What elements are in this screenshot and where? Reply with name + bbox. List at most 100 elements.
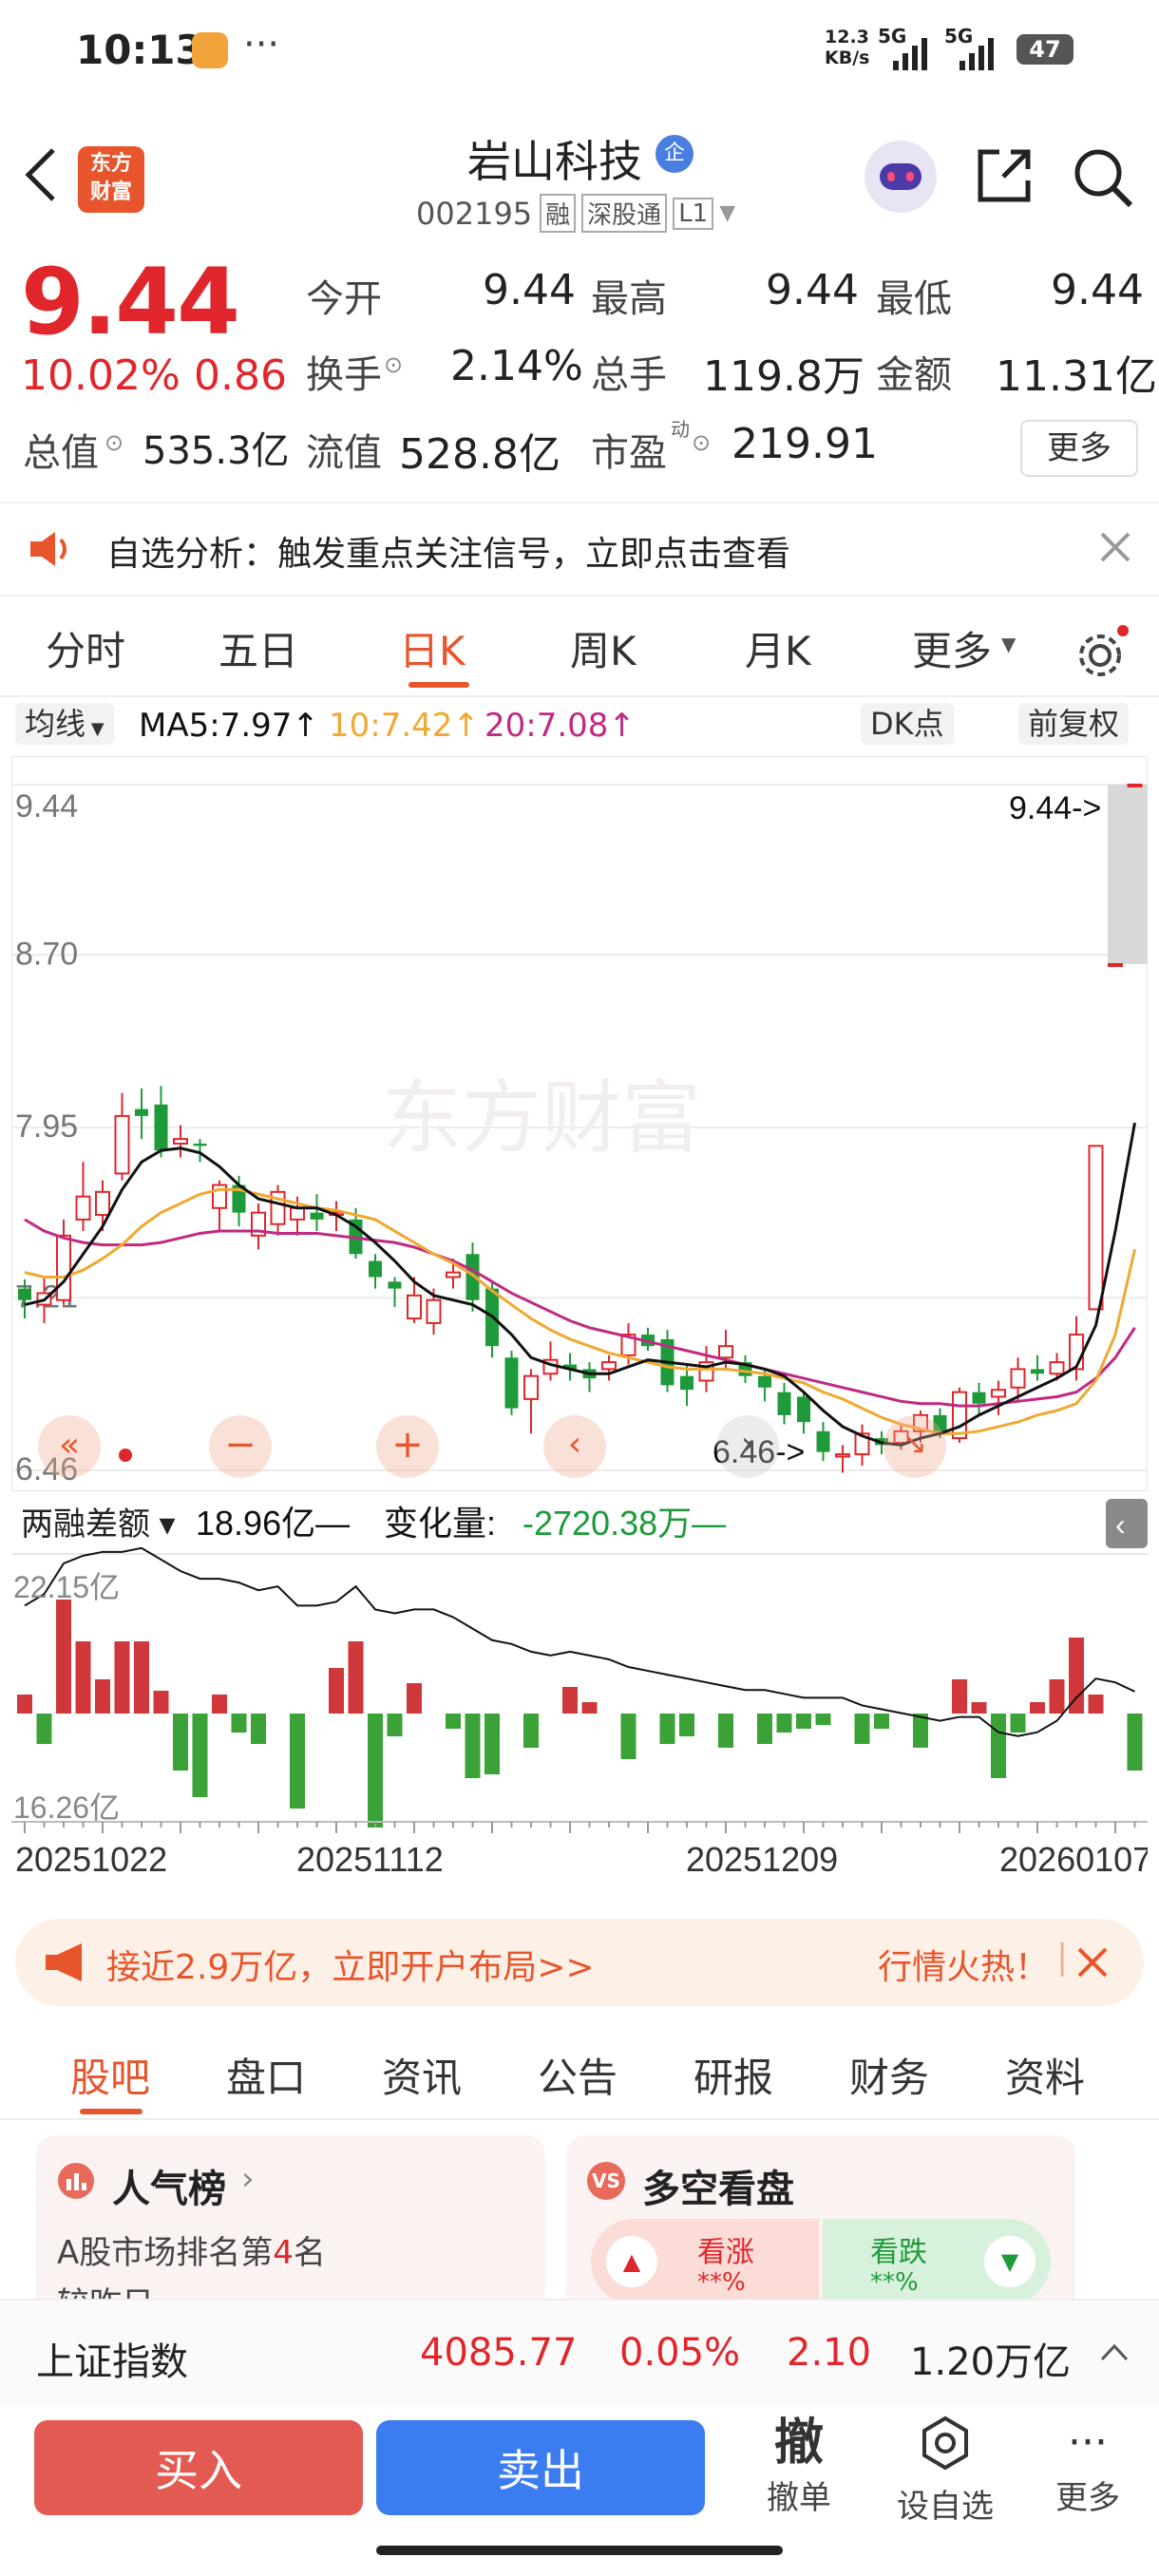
tab-monthly-k[interactable]: 月K [745,619,811,677]
margin-bar [17,1695,32,1714]
rank-suffix: 名 [293,2234,326,2272]
open-label: 今开 [306,277,382,321]
gear-icon[interactable] [1074,625,1130,682]
tab-news[interactable]: 资讯 [382,2046,462,2104]
tab-daily-k[interactable]: 日K [399,619,466,677]
candle-body [991,1389,1006,1398]
sell-button[interactable]: 卖出 [376,2420,705,2515]
collapse-tab [1106,1499,1148,1548]
ma5-value: MA5:7.97↑ [139,707,319,745]
ranking-icon [58,2163,94,2199]
margin-bar [1049,1679,1065,1714]
info-icon-3[interactable]: ⊙ [692,429,711,456]
adjust-button[interactable]: 前复权 [1018,703,1130,745]
watermark: 东方财富 [382,1071,701,1165]
stock-name: 岩山科技 [467,136,642,187]
next-icon[interactable]: › [716,1415,779,1478]
turnover-label: 换手 [306,353,382,397]
tab-weekly-k[interactable]: 周K [570,619,636,677]
candle-body [407,1294,422,1320]
zoom-out-icon[interactable]: − [209,1415,272,1478]
margin-title: 两融差额 ▾ [21,1506,176,1543]
more-actions-button[interactable]: ··· 更多 [1036,2415,1140,2518]
y-tick-label: 9.44 [15,788,78,824]
promo-banner[interactable]: 接近2.9万亿，立即开户布局>> 行情火热！ | [15,1919,1144,2006]
level-tag[interactable]: L1 [673,197,714,230]
scroll-left-icon[interactable]: « [38,1415,101,1478]
tab-finance[interactable]: 财务 [849,2046,929,2104]
chevron-up-icon[interactable] [1100,2342,1129,2361]
margin-balance-chart[interactable]: 两融差额 ▾ 18.96亿— 变化量: -2720.38万— ‹22.15亿16.26亿 [11,1493,1148,1845]
cancel-order-button[interactable]: 撤 撤单 [747,2415,851,2518]
ma-selector-label: 均线 [25,706,86,742]
fall-label: 看跌 [870,2236,927,2269]
tab-profile[interactable]: 资料 [1005,2046,1085,2104]
ma-selector[interactable]: 均线 ▼ [15,703,114,745]
alert-banner[interactable]: 自选分析：触发重点关注信号，立即点击查看 [0,502,1159,597]
rank-change-text: 较昨日 [57,2278,154,2299]
active-tab-indicator [408,682,469,688]
bottom-action-bar: 买入 卖出 撤 撤单 设自选 ··· 更多 [0,2405,1159,2576]
down-arrow-icon: ▼ [984,2236,1036,2287]
limit-up-bar [1108,785,1148,964]
candle-body [1108,962,1123,967]
buy-button[interactable]: 买入 [34,2420,363,2515]
margin-bar [679,1714,694,1736]
back-arrow-icon[interactable] [21,146,59,203]
margin-bar [36,1714,52,1744]
dropdown-arrow-icon[interactable]: ▼ [719,201,735,225]
popularity-card[interactable]: 人气榜 › A股市场排名第4名 较昨日 [36,2135,545,2299]
margin-bar [757,1714,772,1744]
watchlist-icon [922,2415,968,2471]
tab-more[interactable]: 更多 [912,619,992,677]
cancel-order-icon: 撤 [773,2415,824,2472]
market-cap-label: 总值 [23,431,99,475]
candle-body [1031,1369,1044,1374]
scroll-end-icon[interactable]: ↘ [884,1415,946,1478]
promo-divider: | [1056,1938,1069,1977]
tab-research[interactable]: 研报 [694,2046,773,2104]
stock-code: 002195 [416,195,533,232]
margin-bar [952,1679,967,1714]
margin-bar [446,1714,461,1729]
close-icon[interactable] [1100,532,1130,562]
margin-bar [153,1691,169,1714]
tab-five-day[interactable]: 五日 [218,619,298,677]
high-label: 最高 [591,277,667,321]
candle-body [504,1357,519,1409]
search-icon[interactable] [1072,146,1134,209]
previous-icon[interactable]: ‹ [543,1415,606,1478]
tab-intraday[interactable]: 分时 [46,619,125,677]
fall-button[interactable]: 看跌 **% ▼ [823,2219,1051,2299]
promo-close-icon[interactable] [1077,1947,1108,1978]
assistant-avatar-icon[interactable] [864,141,937,213]
more-quote-button[interactable]: 更多 [1020,420,1138,477]
info-icon[interactable]: ⊙ [384,351,403,378]
tab-forum[interactable]: 股吧 [70,2046,150,2104]
app-logo[interactable]: 东方 财富 [78,146,144,213]
volume-label: 总手 [591,353,667,397]
zoom-in-icon[interactable]: + [376,1415,439,1478]
candle-body [135,1108,148,1116]
max-price-label: 9.44-> [1009,790,1101,826]
k-line-chart[interactable]: 9.448.707.957.216.46东方财富9.44->6.46-> [11,756,1148,1491]
candle-body [114,1114,130,1175]
pe-value: 219.91 [732,420,878,468]
candle-body [310,1212,324,1220]
dk-point-button[interactable]: DK点 [861,703,954,745]
add-watchlist-button[interactable]: 设自选 [884,2415,1007,2527]
bull-bear-card[interactable]: VS 多空看盘 ▲ 看涨 **% 看跌 **% ▼ [566,2135,1075,2299]
tab-announcements[interactable]: 公告 [538,2046,618,2104]
rise-button[interactable]: ▲ 看涨 **% [591,2219,819,2299]
margin-bar [173,1714,188,1771]
info-icon-2[interactable]: ⊙ [104,429,124,456]
candle-body [388,1281,402,1289]
candle-body [680,1375,694,1391]
candle-body [95,1190,110,1217]
tab-more-arrow-icon[interactable]: ▼ [1001,633,1016,655]
share-icon[interactable] [975,146,1034,205]
more-dots-icon: ··· [1068,2418,1108,2467]
tab-order-book[interactable]: 盘口 [226,2046,306,2104]
ma5-text: MA5:7.97 [139,707,293,745]
index-ticker-bar[interactable]: 上证指数 4085.77 0.05% 2.10 1.20万亿 [0,2299,1159,2405]
